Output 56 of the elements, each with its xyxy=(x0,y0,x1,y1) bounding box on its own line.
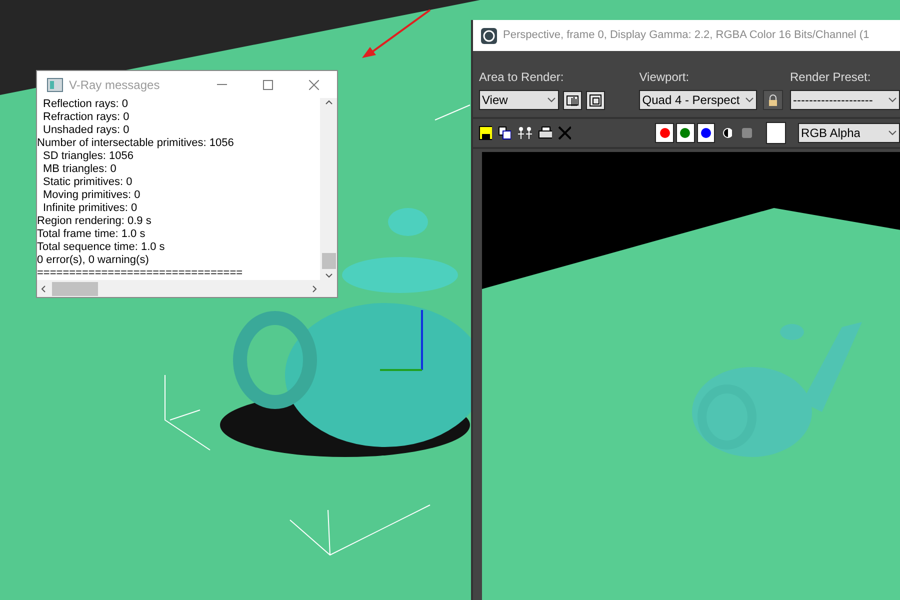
lock-icon xyxy=(768,94,778,106)
log-line: Total sequence time: 1.0 s xyxy=(37,241,166,254)
vertical-scrollbar[interactable] xyxy=(320,98,337,280)
log-line: SD triangles: 1056 xyxy=(42,150,134,163)
log-line: Static primitives: 0 xyxy=(42,176,134,189)
lock-button[interactable] xyxy=(763,90,784,110)
chevron-up-icon xyxy=(324,100,332,105)
log-line: Infinite primitives: 0 xyxy=(42,202,138,215)
region-button[interactable] xyxy=(586,90,605,110)
field-label: Viewport: xyxy=(639,69,690,86)
log-line: Refraction rays: 0 xyxy=(42,111,130,124)
log-line: ================================ xyxy=(37,267,244,280)
log-line: Number of intersectable primitives: 1056 xyxy=(37,137,235,150)
log-line: 0 error(s), 0 warning(s) xyxy=(37,254,150,267)
contrast-icon[interactable] xyxy=(723,128,732,138)
horizontal-scrollbar[interactable] xyxy=(37,280,337,297)
chevron-down-icon xyxy=(745,97,754,103)
chevron-down-icon xyxy=(324,273,332,278)
app-logo-icon xyxy=(481,28,497,44)
log-line: Unshaded rays: 0 xyxy=(42,124,130,137)
log-line: Reflection rays: 0 xyxy=(42,98,129,111)
channel-toggle[interactable] xyxy=(655,123,674,143)
maximize-icon xyxy=(263,80,273,90)
axis-gizmo-drawing xyxy=(380,310,423,371)
scrollbar-thumb[interactable] xyxy=(322,253,336,269)
hand-icon-button[interactable] xyxy=(563,90,582,110)
log-line: MB triangles: 0 xyxy=(42,163,118,176)
window-title: V-Ray messages xyxy=(69,76,161,94)
print-icon[interactable] xyxy=(538,126,552,140)
arrow xyxy=(362,9,431,58)
chevron-right-icon xyxy=(312,284,317,292)
area-dropdown[interactable]: View xyxy=(479,90,559,110)
copy-icon[interactable] xyxy=(498,126,511,140)
close-icon xyxy=(309,80,319,90)
window-title: Perspective, frame 0, Display Gamma: 2.2, RGBA Color 16 Bits/Channel (1 xyxy=(503,28,870,44)
log-line: Moving primitives: 0 xyxy=(42,189,142,202)
viewport-dropdown[interactable]: Quad 4 - Perspect xyxy=(639,90,758,110)
field-label: Render Preset: xyxy=(790,69,872,86)
channel-toggle[interactable] xyxy=(676,123,695,143)
field-label: Area to Render: xyxy=(479,69,565,86)
chevron-left-icon xyxy=(41,284,46,292)
log-line: Region rendering: 0.9 s xyxy=(37,215,152,228)
chevron-down-icon xyxy=(547,97,556,103)
region-icon xyxy=(589,94,602,106)
save-icon[interactable] xyxy=(479,126,492,140)
channel-dropdown[interactable]: RGB Alpha xyxy=(798,123,900,143)
chevron-down-icon xyxy=(888,97,897,103)
log-line: Total frame time: 1.0 s xyxy=(37,228,146,241)
chevron-down-icon xyxy=(888,130,898,136)
preset-dropdown[interactable]: -------------------- xyxy=(790,90,900,110)
channel-toggle[interactable] xyxy=(696,123,716,143)
color-swatch[interactable] xyxy=(766,122,786,144)
minimize-icon xyxy=(217,84,227,85)
bounding-box-corner xyxy=(434,104,470,120)
scrollbar-thumb[interactable] xyxy=(52,282,98,296)
window-app-icon xyxy=(47,78,63,92)
